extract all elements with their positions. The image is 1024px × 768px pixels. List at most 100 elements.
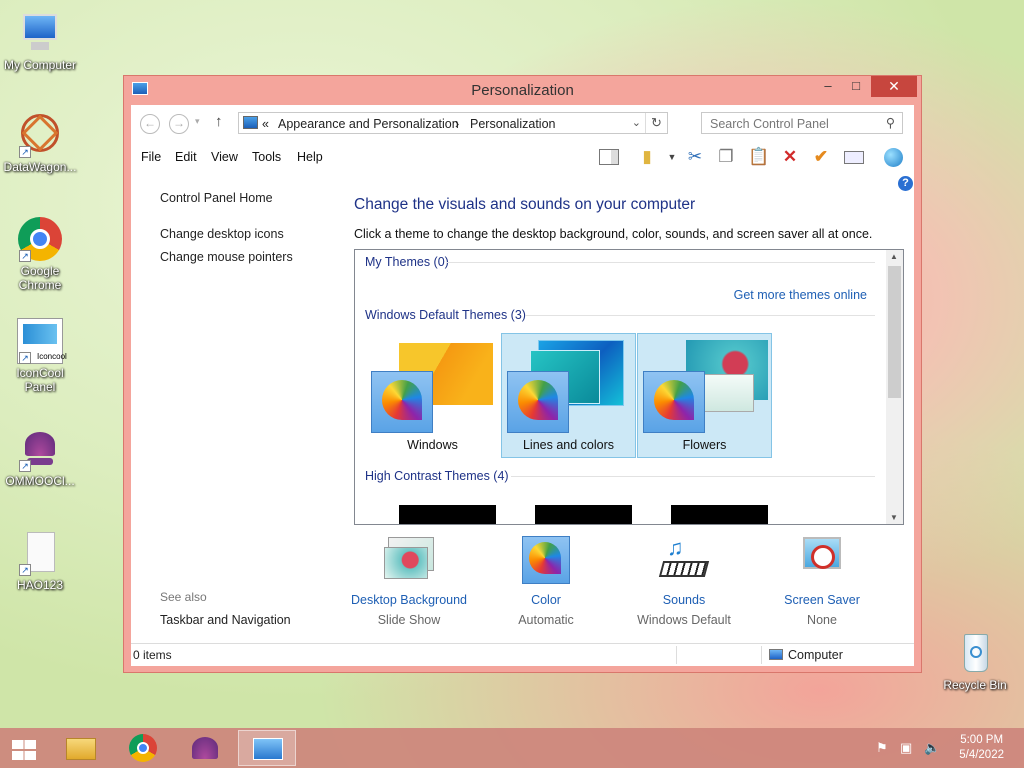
search-input[interactable]: Search Control Panel ⚲ — [701, 112, 903, 134]
copy-icon[interactable]: ❐ — [715, 146, 737, 168]
preview-pane-icon[interactable] — [598, 146, 620, 168]
theme-name: Lines and colors — [522, 438, 615, 452]
color-palette-icon — [519, 533, 573, 587]
window-client: ← → ▾ ↑ « Appearance and Personalization… — [131, 105, 914, 666]
datawagon-icon: ↗ — [13, 106, 67, 160]
shortcut-arrow-icon: ↗ — [19, 146, 31, 158]
breadcrumb-overflow[interactable]: « — [262, 117, 269, 131]
desktop-icon-label: DataWagon... — [3, 160, 77, 174]
desktop-icon-google-chrome[interactable]: ↗ Google Chrome — [0, 216, 80, 292]
taskbar-file-explorer[interactable] — [52, 730, 110, 766]
theme-windows[interactable]: Windows — [365, 333, 500, 458]
properties-icon[interactable] — [843, 146, 865, 168]
theme-name: Flowers — [682, 438, 727, 452]
menu-tools[interactable]: Tools — [252, 150, 281, 164]
desktop-background-icon — [382, 533, 436, 587]
title-bar[interactable]: Personalization – □ ✕ — [124, 76, 921, 105]
desktop-icon-label: Google Chrome — [18, 264, 62, 292]
theme-list-scrollbar[interactable]: ▲ ▼ — [886, 250, 903, 524]
back-button[interactable]: ← — [140, 114, 160, 134]
desktop-icon-recycle-bin[interactable]: Recycle Bin — [935, 630, 1015, 692]
address-dropdown-icon[interactable]: ⌄ — [632, 116, 641, 129]
volume-muted-icon[interactable]: 🔈 — [924, 740, 940, 756]
my-themes-heading[interactable]: My Themes (0) — [365, 255, 449, 269]
refresh-icon[interactable]: ↻ — [645, 113, 667, 133]
search-icon[interactable]: ⚲ — [886, 115, 895, 130]
page-title: Change the visuals and sounds on your co… — [354, 196, 696, 213]
checkmark-icon[interactable]: ✔ — [810, 146, 832, 168]
theme-name: Windows — [407, 438, 458, 452]
forward-button[interactable]: → — [169, 114, 189, 134]
screen-saver-setting[interactable]: Screen Saver None — [757, 533, 887, 627]
left-pane: Control Panel Home Change desktop icons … — [131, 171, 341, 643]
desktop-icon-iconcool-panel[interactable]: Iconcool ↗ IconCool Panel — [0, 318, 80, 394]
desktop-background-value: Slide Show — [377, 613, 441, 627]
breadcrumb-appearance[interactable]: Appearance and Personalization — [278, 117, 459, 131]
globe-icon[interactable] — [882, 146, 904, 168]
address-bar[interactable]: « Appearance and Personalization › Perso… — [238, 112, 668, 134]
start-button[interactable] — [0, 730, 46, 766]
menu-help[interactable]: Help — [297, 150, 323, 164]
menu-view[interactable]: View — [211, 150, 238, 164]
menu-bar: File Edit View Tools Help ▮ ▼ ✂ ❐ 📋 ✕ ✔ — [131, 143, 914, 171]
control-panel-home-link[interactable]: Control Panel Home — [160, 191, 273, 205]
network-icon[interactable]: ▣ — [900, 740, 912, 756]
system-clock[interactable]: 5:00 PM 5/4/2022 — [959, 733, 1004, 763]
default-themes-heading[interactable]: Windows Default Themes (3) — [365, 308, 526, 322]
desktop-background-label[interactable]: Desktop Background — [344, 593, 474, 607]
get-more-themes-link[interactable]: Get more themes online — [734, 288, 867, 302]
desktop-background-setting[interactable]: Desktop Background Slide Show — [344, 533, 474, 627]
theme-lines-and-colors[interactable]: Lines and colors — [501, 333, 636, 458]
palette-icon — [371, 371, 433, 433]
high-contrast-theme-2[interactable] — [535, 505, 632, 524]
page-description: Click a theme to change the desktop back… — [354, 227, 873, 241]
folder-options-icon[interactable]: ▮ — [636, 146, 658, 168]
high-contrast-theme-1[interactable] — [399, 505, 496, 524]
desktop-icon-hao123[interactable]: ↗ HAO123 — [0, 530, 80, 592]
taskbar-chrome[interactable] — [114, 730, 172, 766]
iconcool-icon: Iconcool ↗ — [17, 318, 67, 364]
desktop-icon-ommoocl[interactable]: ↗ OMMOOCl... — [0, 426, 80, 488]
control-panel-icon — [253, 738, 283, 760]
scroll-down-icon[interactable]: ▼ — [890, 513, 898, 522]
screen-saver-value: None — [807, 613, 837, 627]
see-also-heading: See also — [160, 590, 207, 604]
up-button[interactable]: ↑ — [215, 113, 223, 130]
high-contrast-heading[interactable]: High Contrast Themes (4) — [365, 469, 509, 483]
taskbar-ommoocl[interactable] — [176, 730, 234, 766]
breadcrumb-personalization[interactable]: Personalization — [470, 117, 555, 131]
shortcut-arrow-icon: ↗ — [19, 460, 31, 472]
change-mouse-pointers-link[interactable]: Change mouse pointers — [160, 250, 293, 264]
color-setting[interactable]: Color Automatic — [481, 533, 611, 627]
menu-file[interactable]: File — [141, 150, 161, 164]
color-label[interactable]: Color — [481, 593, 611, 607]
scroll-up-icon[interactable]: ▲ — [890, 252, 898, 261]
cut-icon[interactable]: ✂ — [684, 146, 706, 168]
file-icon: ↗ — [17, 530, 63, 576]
taskbar-and-navigation-link[interactable]: Taskbar and Navigation — [160, 613, 291, 627]
computer-small-icon — [769, 649, 783, 660]
delete-icon[interactable]: ✕ — [779, 146, 801, 168]
recent-locations-chevron-icon[interactable]: ▾ — [195, 116, 200, 127]
taskbar-control-panel[interactable] — [238, 730, 296, 766]
main-pane: Change the visuals and sounds on your co… — [341, 171, 914, 643]
options-dropdown-icon[interactable]: ▼ — [661, 146, 683, 168]
paste-icon[interactable]: 📋 — [748, 146, 770, 168]
high-contrast-theme-3[interactable] — [671, 505, 768, 524]
maximize-button[interactable]: □ — [843, 76, 869, 97]
chrome-icon — [129, 734, 157, 762]
screen-saver-label[interactable]: Screen Saver — [757, 593, 887, 607]
menu-edit[interactable]: Edit — [175, 150, 197, 164]
action-center-flag-icon[interactable]: ⚑ — [876, 740, 888, 756]
sounds-label[interactable]: Sounds — [619, 593, 749, 607]
desktop-icon-label: OMMOOCl... — [5, 474, 75, 488]
theme-flowers[interactable]: Flowers — [637, 333, 772, 458]
minimize-button[interactable]: – — [815, 76, 841, 97]
scrollbar-thumb[interactable] — [888, 266, 901, 398]
change-desktop-icons-link[interactable]: Change desktop icons — [160, 227, 284, 241]
desktop-icon-datawagon[interactable]: ↗ DataWagon... — [0, 106, 80, 174]
desktop-icon-my-computer[interactable]: My Computer — [0, 10, 80, 72]
sounds-setting[interactable]: ♫ Sounds Windows Default — [619, 533, 749, 627]
shortcut-arrow-icon: ↗ — [19, 564, 31, 576]
close-button[interactable]: ✕ — [871, 76, 917, 97]
